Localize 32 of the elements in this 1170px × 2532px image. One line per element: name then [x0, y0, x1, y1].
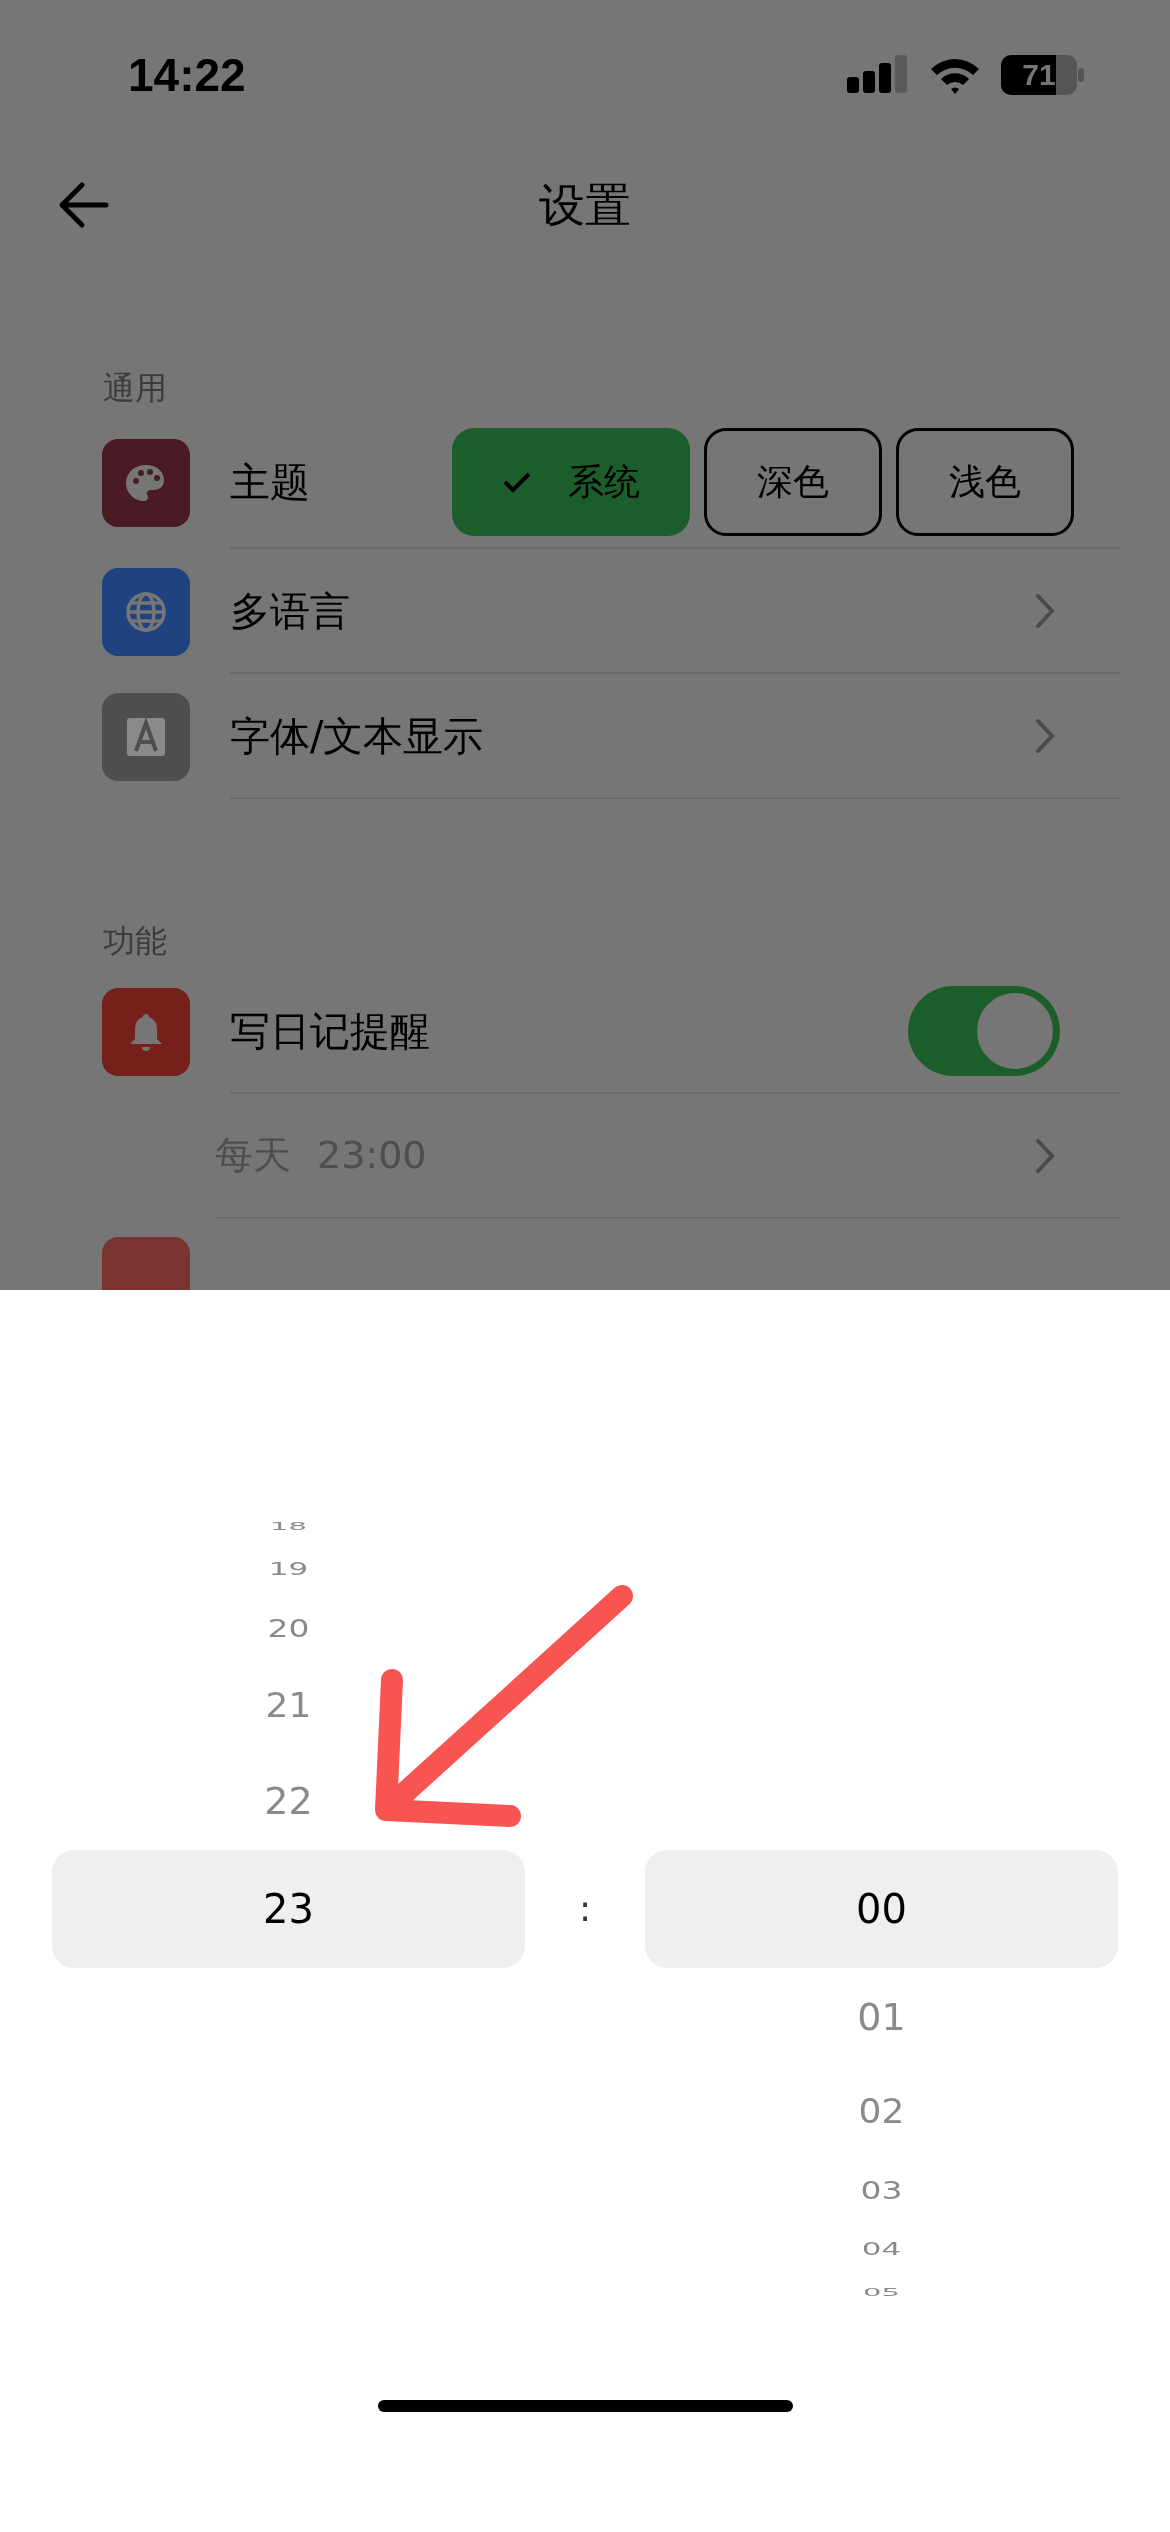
status-time: 14:22	[128, 47, 246, 103]
battery-icon	[1001, 55, 1085, 95]
hour-option[interactable]: 22	[264, 1752, 313, 1850]
time-separator: :	[577, 1887, 593, 1931]
minute-option[interactable]: 00	[645, 1850, 1118, 1968]
row-label: 主题	[230, 457, 311, 507]
minute-option[interactable]: 04	[861, 2222, 902, 2276]
globe-icon	[124, 589, 168, 634]
theme-option[interactable]: 浅色	[896, 427, 1074, 536]
hour-option[interactable]: 18	[270, 1510, 307, 1542]
chevron-right-icon	[1035, 592, 1055, 629]
hour-option[interactable]: 19	[268, 1542, 309, 1596]
chevron-right-icon	[1035, 1137, 1055, 1174]
hour-option[interactable]: 23	[52, 1850, 525, 1968]
row-label: 字体/文本显示	[230, 711, 485, 761]
minute-option[interactable]: 01	[857, 1968, 906, 2066]
section-title: 通用	[102, 368, 168, 409]
row-label: 写日记提醒	[230, 1006, 431, 1056]
hour-option[interactable]: 20	[267, 1596, 310, 1660]
theme-option[interactable]: 系统	[452, 427, 690, 536]
minute-option[interactable]: 05	[863, 2276, 900, 2308]
section-title: 功能	[102, 921, 168, 962]
hour-option[interactable]: 21	[265, 1660, 312, 1752]
page-title: 设置	[539, 176, 631, 234]
theme-option[interactable]: 深色	[704, 427, 882, 536]
signal-icon	[847, 55, 907, 95]
row-label: 多语言	[230, 586, 351, 636]
minute-option[interactable]: 03	[860, 2158, 903, 2222]
battery-percent: 71	[1021, 60, 1057, 90]
chevron-right-icon	[1035, 717, 1055, 754]
back-button[interactable]	[58, 180, 110, 230]
minute-option[interactable]: 02	[858, 2066, 905, 2158]
